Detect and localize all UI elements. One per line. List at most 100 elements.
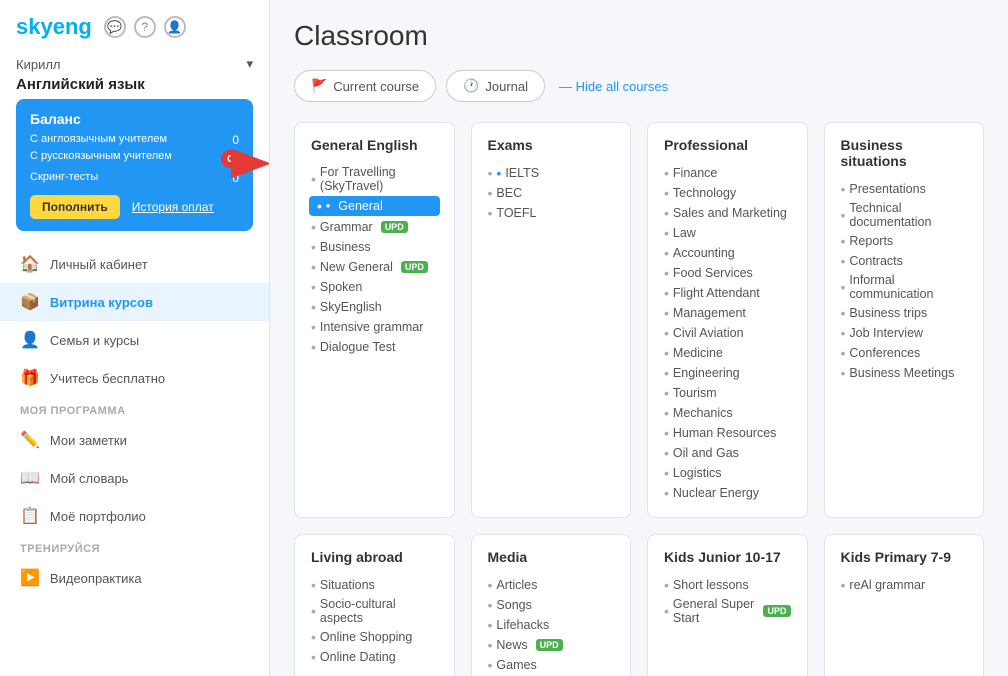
video-icon: ▶️ bbox=[20, 568, 40, 588]
add-balance-button[interactable]: Пополнить bbox=[30, 195, 120, 219]
list-item[interactable]: Management bbox=[664, 303, 791, 323]
list-item[interactable]: Accounting bbox=[664, 243, 791, 263]
list-item[interactable]: Logistics bbox=[664, 463, 791, 483]
list-item[interactable]: Civil Aviation bbox=[664, 323, 791, 343]
list-item[interactable]: GrammarUPD bbox=[311, 217, 438, 237]
course-card-media: MediaArticlesSongsLifehacksNewsUPDGamesA… bbox=[471, 534, 632, 676]
list-item[interactable]: Online Shopping bbox=[311, 627, 438, 647]
list-item[interactable]: Business trips bbox=[841, 303, 968, 323]
courses-grid: General EnglishFor Travelling (SkyTravel… bbox=[294, 122, 984, 676]
list-item[interactable]: Dialogue Test bbox=[311, 337, 438, 357]
list-item[interactable]: Flight Attendant bbox=[664, 283, 791, 303]
sidebar-item-family[interactable]: 👤 Семья и курсы bbox=[0, 321, 269, 359]
logo-area: skyeng 💬 ? 👤 bbox=[0, 0, 269, 50]
list-item[interactable]: Job Interview bbox=[841, 323, 968, 343]
balance-value-1: 0 bbox=[232, 133, 239, 147]
list-item[interactable]: Situations bbox=[311, 575, 438, 595]
list-item[interactable]: Business bbox=[311, 237, 438, 257]
list-item[interactable]: TOEFL bbox=[488, 203, 615, 223]
sidebar-item-video[interactable]: ▶️ Видеопрактика bbox=[0, 559, 269, 597]
course-card-title-kids-primary: Kids Primary 7-9 bbox=[841, 549, 968, 565]
list-item[interactable]: Engineering bbox=[664, 363, 791, 383]
username: Кирилл bbox=[16, 57, 61, 72]
list-item[interactable]: Articles bbox=[488, 575, 615, 595]
balance-actions: Пополнить История оплат bbox=[30, 195, 239, 219]
list-item[interactable]: Intensive grammar bbox=[311, 317, 438, 337]
list-item[interactable]: For Travelling (SkyTravel) bbox=[311, 163, 438, 195]
list-item[interactable]: Technical documentation bbox=[841, 199, 968, 231]
list-item[interactable]: •IELTS bbox=[488, 163, 615, 183]
sidebar-item-notes-label: Мои заметки bbox=[50, 433, 127, 448]
portfolio-icon: 📋 bbox=[20, 506, 40, 526]
flag-icon: 🚩 bbox=[311, 78, 327, 94]
list-item[interactable]: Short lessons bbox=[664, 575, 791, 595]
sidebar-item-notes[interactable]: ✏️ Мои заметки bbox=[0, 421, 269, 459]
sidebar-item-courses-label: Витрина курсов bbox=[50, 295, 153, 310]
list-item[interactable]: Sales and Marketing bbox=[664, 203, 791, 223]
list-item[interactable]: Medicine bbox=[664, 343, 791, 363]
course-card-professional: ProfessionalFinanceTechnologySales and M… bbox=[647, 122, 808, 518]
course-card-exams: Exams•IELTSBECTOEFL bbox=[471, 122, 632, 518]
sidebar-item-dictionary[interactable]: 📖 Мой словарь bbox=[0, 459, 269, 497]
list-item[interactable]: Finance bbox=[664, 163, 791, 183]
balance-row-1: С англоязычным учителем 0 bbox=[30, 133, 239, 147]
list-item[interactable]: Contracts bbox=[841, 251, 968, 271]
hide-all-courses-link[interactable]: — Hide all courses bbox=[559, 79, 668, 94]
list-item[interactable]: Mechanics bbox=[664, 403, 791, 423]
balance-title: Баланс bbox=[30, 111, 239, 127]
list-item[interactable]: •General bbox=[309, 196, 440, 216]
home-icon: 🏠 bbox=[20, 254, 40, 274]
sidebar-item-courses[interactable]: 📦 Витрина курсов bbox=[0, 283, 269, 321]
list-item[interactable]: Reports bbox=[841, 231, 968, 251]
upd-badge: UPD bbox=[763, 605, 790, 617]
user-language: Английский язык bbox=[16, 76, 253, 93]
list-item[interactable]: Songs bbox=[488, 595, 615, 615]
user-dropdown[interactable]: Кирилл ▾ bbox=[16, 56, 253, 72]
balance-row-2: С русскоязычным учителем 0 bbox=[30, 150, 239, 168]
list-item[interactable]: Informal communication bbox=[841, 271, 968, 303]
gift-icon: 🎁 bbox=[20, 368, 40, 388]
sidebar-item-free[interactable]: 🎁 Учитесь бесплатно bbox=[0, 359, 269, 397]
list-item[interactable]: reAl grammar bbox=[841, 575, 968, 595]
notes-icon: ✏️ bbox=[20, 430, 40, 450]
chat-icon[interactable]: 💬 bbox=[104, 16, 126, 38]
family-icon: 👤 bbox=[20, 330, 40, 350]
sidebar: skyeng 💬 ? 👤 Кирилл ▾ Английский язык Ба… bbox=[0, 0, 270, 676]
list-item[interactable]: Socio-cultural aspects bbox=[311, 595, 438, 627]
list-item[interactable]: New GeneralUPD bbox=[311, 257, 438, 277]
course-card-general-english: General EnglishFor Travelling (SkyTravel… bbox=[294, 122, 455, 518]
list-item[interactable]: Nuclear Energy bbox=[664, 483, 791, 503]
list-item[interactable]: Online Dating bbox=[311, 647, 438, 667]
list-item[interactable]: Games bbox=[488, 655, 615, 675]
help-icon[interactable]: ? bbox=[134, 16, 156, 38]
list-item[interactable]: Food Services bbox=[664, 263, 791, 283]
sidebar-item-portfolio[interactable]: 📋 Моё портфолио bbox=[0, 497, 269, 535]
payment-history-button[interactable]: История оплат bbox=[132, 195, 214, 219]
balance-card: Баланс С англоязычным учителем 0 С русск… bbox=[16, 99, 253, 231]
list-item[interactable]: Oil and Gas bbox=[664, 443, 791, 463]
current-course-label: Current course bbox=[333, 79, 419, 94]
sidebar-item-portfolio-label: Моё портфолио bbox=[50, 509, 146, 524]
list-item[interactable]: Spoken bbox=[311, 277, 438, 297]
current-course-button[interactable]: 🚩 Current course bbox=[294, 70, 436, 102]
sidebar-nav: 🏠 Личный кабинет 📦 Витрина курсов 👤 Семь… bbox=[0, 241, 269, 601]
list-item[interactable]: BEC bbox=[488, 183, 615, 203]
journal-button[interactable]: 🕐 Journal bbox=[446, 70, 545, 102]
user-avatar-icon[interactable]: 👤 bbox=[164, 16, 186, 38]
list-item[interactable]: General Super StartUPD bbox=[664, 595, 791, 627]
list-item[interactable]: Law bbox=[664, 223, 791, 243]
list-item[interactable]: Presentations bbox=[841, 179, 968, 199]
list-item[interactable]: Conferences bbox=[841, 343, 968, 363]
sidebar-item-personal[interactable]: 🏠 Личный кабинет bbox=[0, 245, 269, 283]
list-item[interactable]: NewsUPD bbox=[488, 635, 615, 655]
list-item[interactable]: Human Resources bbox=[664, 423, 791, 443]
list-item[interactable]: Business Meetings bbox=[841, 363, 968, 383]
list-item[interactable]: Lifehacks bbox=[488, 615, 615, 635]
list-item[interactable]: SkyEnglish bbox=[311, 297, 438, 317]
sidebar-item-personal-label: Личный кабинет bbox=[50, 257, 148, 272]
list-item[interactable]: Tourism bbox=[664, 383, 791, 403]
upd-badge: UPD bbox=[381, 221, 408, 233]
journal-label: Journal bbox=[485, 79, 528, 94]
logo-icons: 💬 ? 👤 bbox=[104, 16, 186, 38]
list-item[interactable]: Technology bbox=[664, 183, 791, 203]
